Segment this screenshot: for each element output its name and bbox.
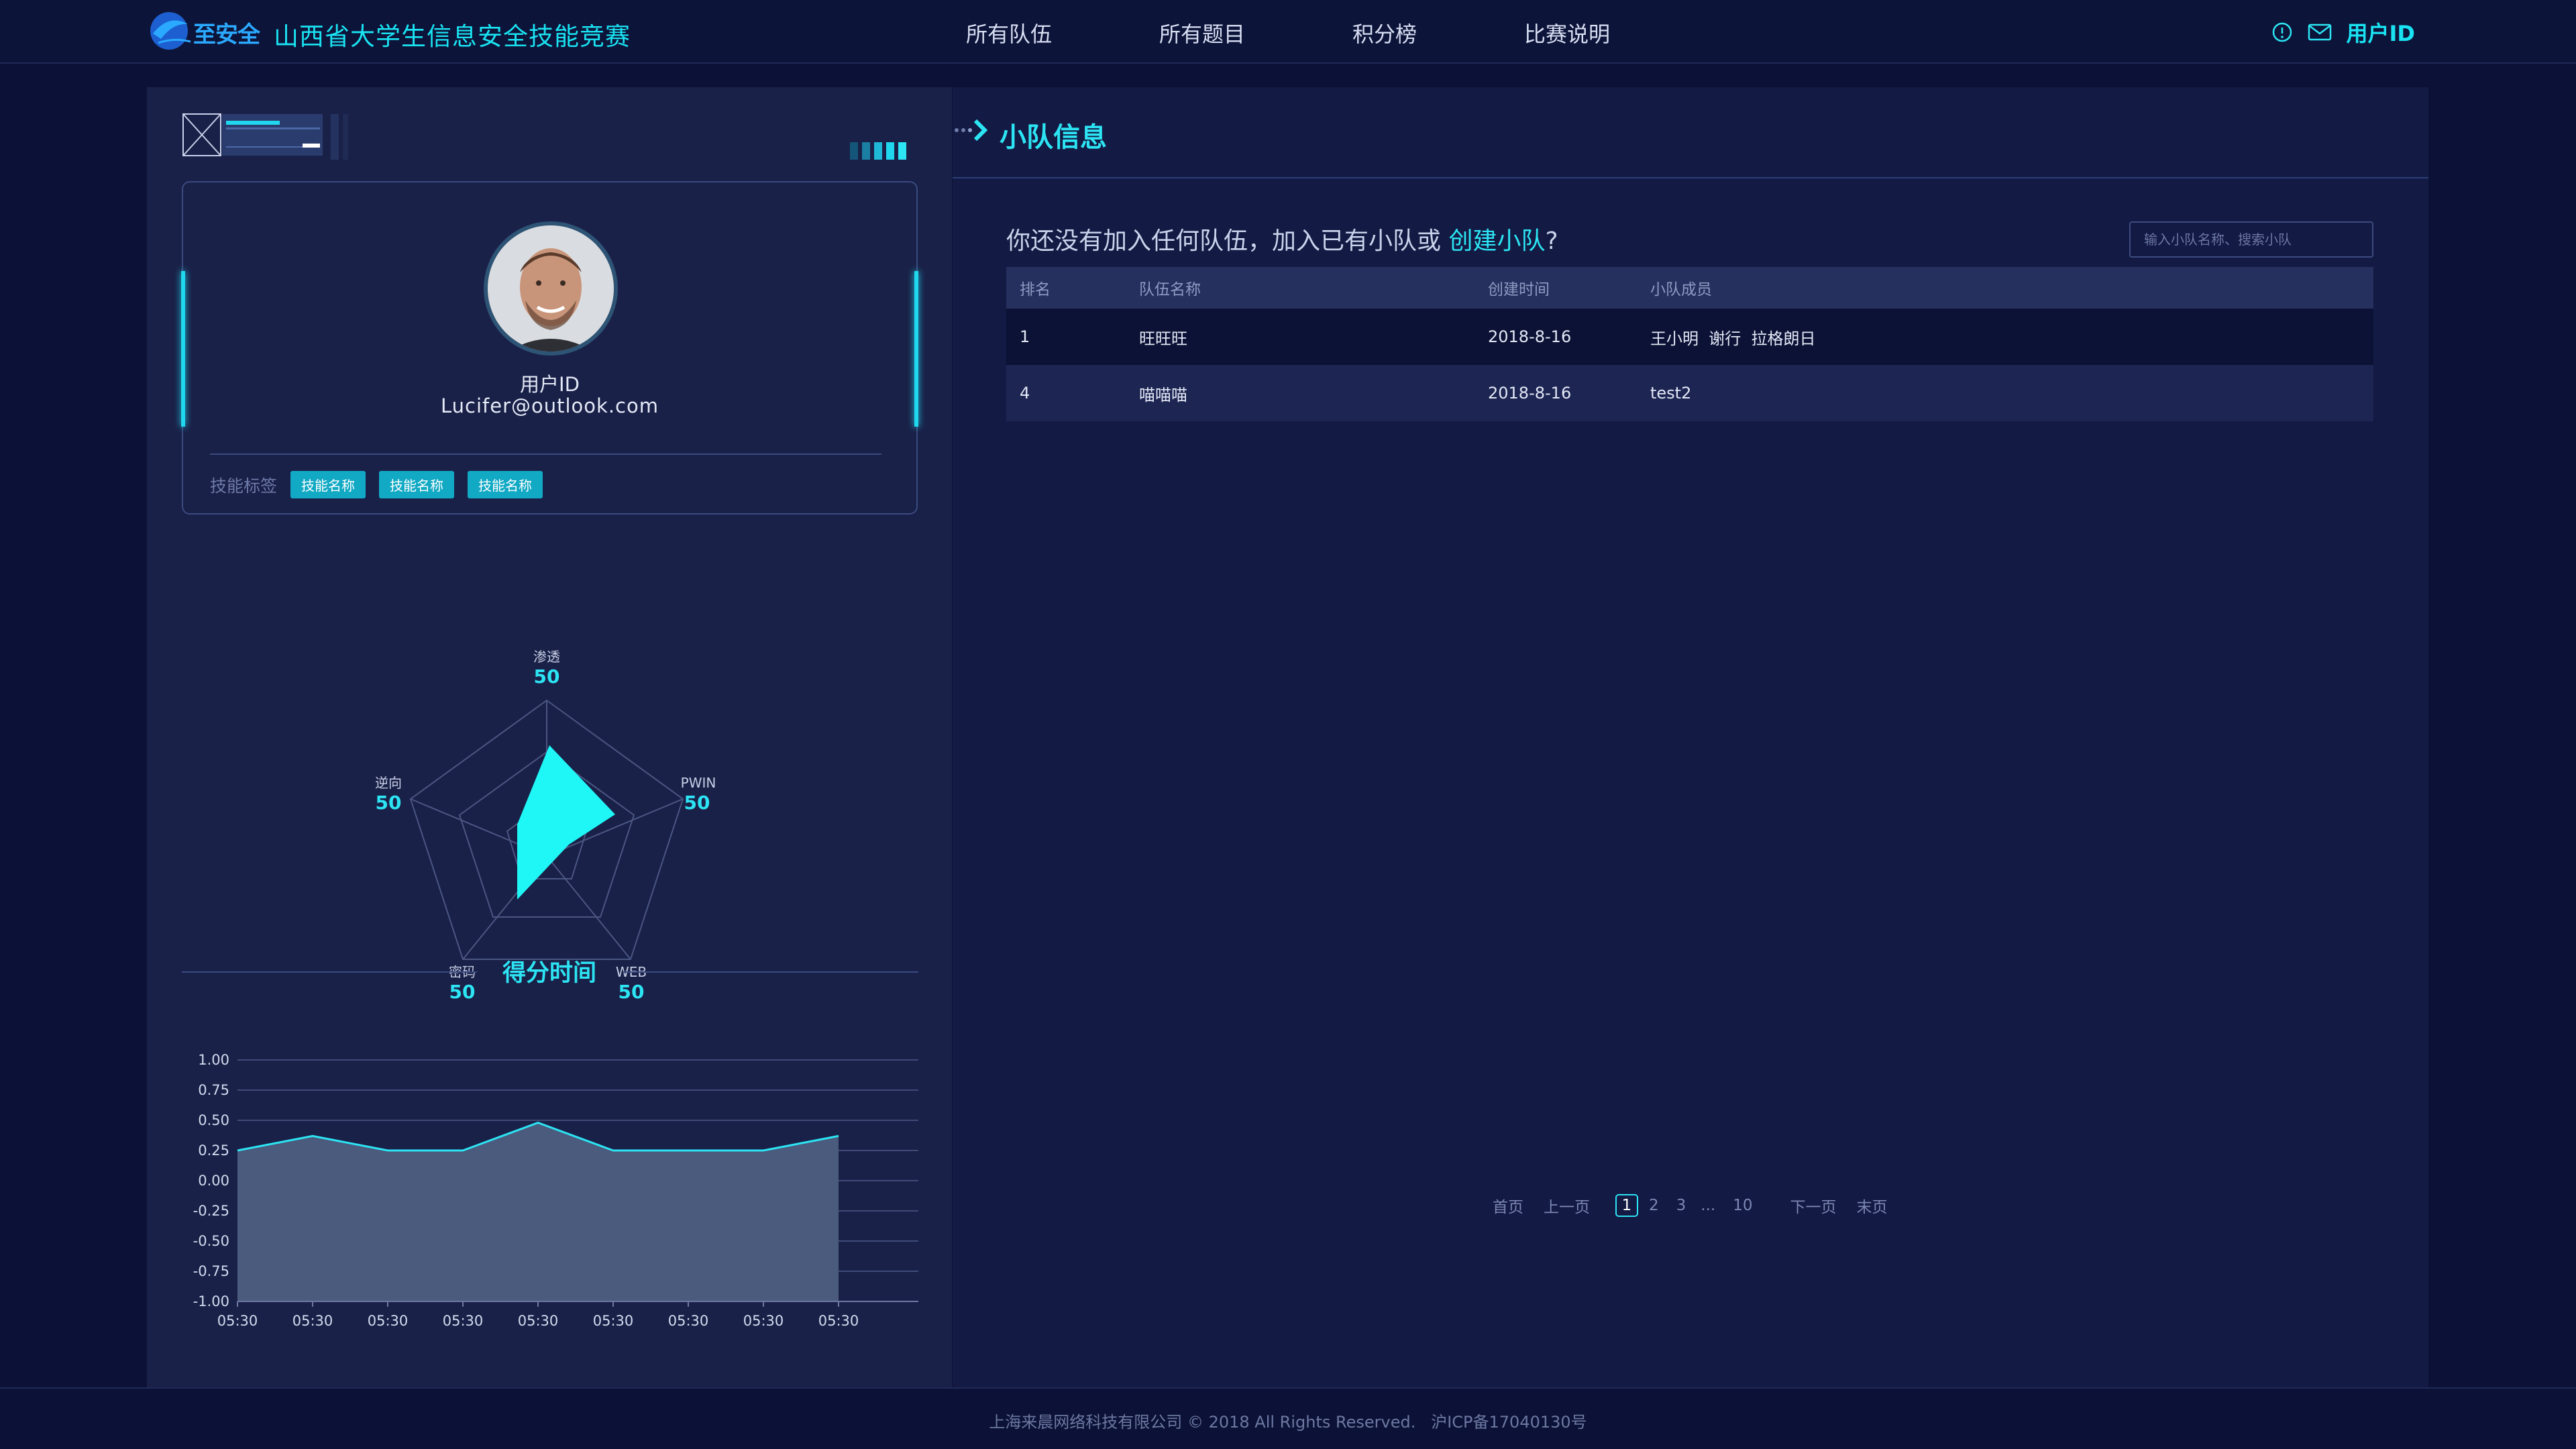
site-title: 山西省大学生信息安全技能竞赛 bbox=[274, 22, 631, 51]
card-divider bbox=[210, 453, 881, 455]
page-3[interactable]: 3 bbox=[1676, 1197, 1686, 1214]
score-time-title: 得分时间 bbox=[502, 960, 596, 987]
left-panel: 用户ID Lucifer@outlook.com 技能标签 技能名称 技能名称 … bbox=[147, 87, 952, 1387]
col-rank-header: 排名 bbox=[1020, 281, 1051, 299]
cell-team-name: 喵喵喵 bbox=[1139, 385, 1187, 405]
nav-rules[interactable]: 比赛说明 bbox=[1524, 17, 1610, 48]
panel-decoration bbox=[182, 113, 348, 160]
page-1[interactable]: 1 bbox=[1615, 1194, 1638, 1217]
skill-radar-chart: 渗透 50 PWIN 50 WEB 50 密码 50 逆向 50 bbox=[375, 649, 716, 1003]
chart-y-ticks: 1.00 0.75 0.50 0.25 0.00 -0.25 -0.50 -0.75 -1.00 bbox=[193, 1052, 229, 1309]
nav-all-challenges[interactable]: 所有题目 bbox=[1159, 17, 1245, 48]
mail-icon[interactable] bbox=[2308, 23, 2332, 42]
no-team-notice: 你还没有加入任何队伍，加入已有小队或 创建小队? bbox=[1006, 221, 1558, 256]
section-title: 小队信息 bbox=[1000, 122, 1107, 153]
panel-bars-decoration bbox=[850, 142, 906, 160]
table-row[interactable]: 1 旺旺旺 2018-8-16 王小明 谢行 拉格朗日 bbox=[1006, 309, 2373, 365]
page-last[interactable]: 末页 bbox=[1857, 1194, 1888, 1217]
pagination: 首页 上一页 1 2 3 ... 10 下一页 末页 bbox=[1493, 1194, 1888, 1217]
create-team-link[interactable]: 创建小队 bbox=[1448, 227, 1545, 255]
site-logo[interactable]: 至安全 bbox=[146, 7, 260, 55]
x-tick-label: 05:30 bbox=[518, 1313, 559, 1329]
col-members-header: 小队成员 bbox=[1650, 281, 1712, 299]
nav-all-teams[interactable]: 所有队伍 bbox=[966, 17, 1052, 48]
y-tick-label: 0.50 bbox=[198, 1112, 229, 1128]
info-icon[interactable] bbox=[2271, 21, 2293, 43]
radar-axis-label: PWIN bbox=[681, 775, 716, 791]
chart-x-ticks: 05:30 05:30 05:30 05:30 05:30 05:30 05:30 05:30… bbox=[217, 1301, 918, 1329]
page-ellipsis: ... bbox=[1701, 1197, 1716, 1214]
logo-text: 至安全 bbox=[193, 21, 260, 48]
team-search-input[interactable] bbox=[2129, 221, 2373, 258]
top-header: 至安全 山西省大学生信息安全技能竞赛 所有队伍 所有题目 积分榜 比赛说明 用户… bbox=[0, 0, 2576, 64]
col-name-header: 队伍名称 bbox=[1139, 281, 1201, 299]
y-tick-label: -0.50 bbox=[193, 1233, 229, 1249]
skill-tags-row: 技能标签 技能名称 技能名称 技能名称 bbox=[210, 471, 543, 498]
table-row[interactable]: 4 喵喵喵 2018-8-16 test2 bbox=[1006, 365, 2373, 421]
radar-axis-value: 50 bbox=[376, 792, 402, 814]
y-tick-label: -0.25 bbox=[193, 1203, 229, 1219]
section-header: 小队信息 bbox=[953, 87, 2428, 178]
profile-email: Lucifer@outlook.com bbox=[441, 394, 659, 417]
logo-icon bbox=[150, 12, 191, 50]
x-tick-label: 05:30 bbox=[368, 1313, 409, 1329]
team-table: 排名 队伍名称 创建时间 小队成员 1 旺旺旺 2018-8-16 王小明 谢行… bbox=[1006, 267, 2373, 421]
x-tick-label: 05:30 bbox=[593, 1313, 634, 1329]
col-created-header: 创建时间 bbox=[1488, 281, 1550, 299]
nav-scoreboard[interactable]: 积分榜 bbox=[1352, 17, 1417, 48]
avatar-portrait bbox=[488, 225, 614, 352]
cell-created: 2018-8-16 bbox=[1488, 384, 1572, 402]
cell-created: 2018-8-16 bbox=[1488, 327, 1572, 346]
profile-card: 用户ID Lucifer@outlook.com 技能标签 技能名称 技能名称 … bbox=[181, 181, 918, 515]
page-prev[interactable]: 上一页 bbox=[1544, 1194, 1590, 1217]
y-tick-label: 1.00 bbox=[198, 1052, 229, 1068]
skill-tag[interactable]: 技能名称 bbox=[468, 471, 543, 498]
y-tick-label: 0.00 bbox=[198, 1173, 229, 1189]
radar-axis-value: 50 bbox=[534, 665, 560, 688]
page-next[interactable]: 下一页 bbox=[1790, 1194, 1837, 1217]
skill-tag[interactable]: 技能名称 bbox=[379, 471, 455, 498]
cell-rank: 4 bbox=[1020, 384, 1030, 402]
score-time-chart: 1.00 0.75 0.50 0.25 0.00 -0.25 -0.50 -0.75 -1.00… bbox=[193, 1052, 918, 1329]
footer-copyright: 上海来晨网络科技有限公司 © 2018 All Rights Reserved.… bbox=[989, 1413, 1587, 1432]
x-tick-label: 05:30 bbox=[743, 1313, 784, 1329]
header-user-area: 用户ID bbox=[2271, 13, 2415, 51]
footer: 上海来晨网络科技有限公司 © 2018 All Rights Reserved.… bbox=[0, 1387, 2576, 1449]
page-first[interactable]: 首页 bbox=[1493, 1194, 1523, 1217]
profile-user-id: 用户ID bbox=[520, 373, 580, 396]
y-tick-label: 0.25 bbox=[198, 1142, 229, 1159]
notice-text: 你还没有加入任何队伍，加入已有小队或 bbox=[1006, 227, 1449, 255]
x-tick-label: 05:30 bbox=[217, 1313, 258, 1329]
cell-team-name: 旺旺旺 bbox=[1139, 329, 1187, 348]
cell-members: 王小明 谢行 拉格朗日 bbox=[1650, 329, 1816, 348]
page-2[interactable]: 2 bbox=[1649, 1197, 1659, 1214]
cell-members: test2 bbox=[1650, 384, 1692, 402]
avatar[interactable] bbox=[484, 221, 618, 356]
x-tick-label: 05:30 bbox=[668, 1313, 709, 1329]
cell-rank: 1 bbox=[1020, 327, 1030, 346]
user-menu[interactable]: 用户ID bbox=[2347, 17, 2415, 48]
radar-axis-label: 渗透 bbox=[533, 649, 560, 665]
skill-tag[interactable]: 技能名称 bbox=[290, 471, 366, 498]
radar-axis-label: 逆向 bbox=[375, 775, 402, 791]
radar-axis-value: 50 bbox=[684, 792, 710, 814]
table-header: 排名 队伍名称 创建时间 小队成员 bbox=[1006, 267, 2373, 309]
chevron-right-icon bbox=[955, 119, 988, 142]
radar-area bbox=[517, 745, 615, 900]
y-tick-label: 0.75 bbox=[198, 1082, 229, 1098]
x-tick-label: 05:30 bbox=[292, 1313, 333, 1329]
y-tick-label: -1.00 bbox=[193, 1293, 229, 1309]
skill-label: 技能标签 bbox=[210, 476, 278, 496]
page-10[interactable]: 10 bbox=[1733, 1197, 1752, 1214]
x-tick-label: 05:30 bbox=[818, 1313, 859, 1329]
notice-suffix: ? bbox=[1545, 227, 1558, 255]
x-tick-label: 05:30 bbox=[443, 1313, 484, 1329]
y-tick-label: -0.75 bbox=[193, 1263, 229, 1279]
team-panel: 小队信息 你还没有加入任何队伍，加入已有小队或 创建小队? 排名 队伍名称 创建… bbox=[953, 87, 2428, 1387]
